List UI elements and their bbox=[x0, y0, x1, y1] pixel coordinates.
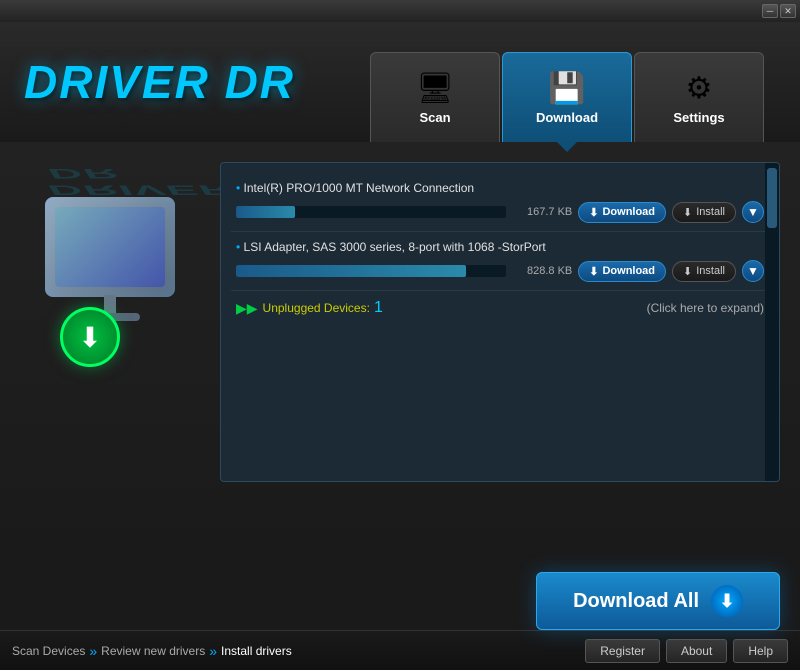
tab-download-label: Download bbox=[536, 110, 598, 125]
tab-download[interactable]: 💾 Download bbox=[502, 52, 632, 142]
download-icon-1: ⬇ bbox=[589, 265, 598, 278]
download-tab-icon: 💾 bbox=[548, 71, 585, 106]
size-label-1: 828.8 KB bbox=[512, 265, 572, 277]
install-button-1[interactable]: ⬇ Install bbox=[672, 261, 736, 282]
monitor bbox=[45, 197, 175, 297]
tab-scan[interactable]: 🖥 Scan bbox=[370, 52, 500, 142]
unplugged-row[interactable]: ▶▶ Unplugged Devices: 1 (Click here to e… bbox=[231, 291, 769, 325]
size-bar-1 bbox=[236, 265, 466, 277]
expand-hint: (Click here to expand) bbox=[647, 301, 764, 315]
footer-buttons: Register About Help bbox=[585, 639, 788, 663]
breadcrumb-scan[interactable]: Scan Devices bbox=[12, 644, 85, 658]
download-badge: ⬇ bbox=[60, 307, 120, 367]
left-icon-area: ⬇ bbox=[20, 162, 200, 402]
download-icon-0: ⬇ bbox=[589, 206, 598, 219]
scan-icon: 🖥 bbox=[416, 71, 454, 106]
unplugged-label: Unplugged Devices: bbox=[263, 301, 370, 315]
computer-icon: ⬇ bbox=[30, 197, 190, 367]
minimize-button[interactable]: ─ bbox=[762, 4, 778, 18]
driver-actions-1: 828.8 KB ⬇ Download ⬇ Install ▼ bbox=[236, 260, 764, 282]
footer: Scan Devices » Review new drivers » Inst… bbox=[0, 630, 800, 670]
size-label-0: 167.7 KB bbox=[512, 206, 572, 218]
nav-tabs: 🖥 Scan 💾 Download ⚙ Settings bbox=[370, 22, 800, 142]
install-button-0[interactable]: ⬇ Install bbox=[672, 202, 736, 223]
breadcrumb-review[interactable]: Review new drivers bbox=[101, 644, 205, 658]
unplugged-arrow-icon: ▶▶ bbox=[236, 300, 258, 317]
scroll-thumb bbox=[767, 168, 777, 228]
logo-text: DRIVER DR bbox=[24, 56, 295, 108]
download-all-area: Download All ⬇ bbox=[0, 560, 800, 630]
expand-btn-0[interactable]: ▼ bbox=[742, 201, 764, 223]
install-icon-0: ⬇ bbox=[683, 206, 692, 219]
title-bar: ─ ✕ bbox=[0, 0, 800, 22]
driver-name-0: Intel(R) PRO/1000 MT Network Connection bbox=[236, 181, 764, 195]
breadcrumb-sep-0: » bbox=[89, 643, 97, 659]
close-button[interactable]: ✕ bbox=[780, 4, 796, 18]
unplugged-count: 1 bbox=[374, 299, 383, 317]
size-bar-wrap-1 bbox=[236, 265, 506, 277]
size-bar-0 bbox=[236, 206, 295, 218]
download-all-button[interactable]: Download All ⬇ bbox=[536, 572, 780, 630]
breadcrumb: Scan Devices » Review new drivers » Inst… bbox=[12, 643, 585, 659]
download-button-1[interactable]: ⬇ Download bbox=[578, 261, 666, 282]
driver-actions-0: 167.7 KB ⬇ Download ⬇ Install ▼ bbox=[236, 201, 764, 223]
tab-scan-label: Scan bbox=[419, 110, 450, 125]
about-button[interactable]: About bbox=[666, 639, 727, 663]
driver-item-1: LSI Adapter, SAS 3000 series, 8-port wit… bbox=[231, 232, 769, 291]
scrollbar[interactable] bbox=[765, 163, 779, 481]
logo-area: DRIVER DR DRIVER DR bbox=[0, 22, 370, 142]
tab-settings[interactable]: ⚙ Settings bbox=[634, 52, 764, 142]
breadcrumb-install[interactable]: Install drivers bbox=[221, 644, 292, 658]
header: DRIVER DR DRIVER DR 🖥 Scan 💾 Download ⚙ … bbox=[0, 22, 800, 142]
size-bar-wrap-0 bbox=[236, 206, 506, 218]
driver-name-1: LSI Adapter, SAS 3000 series, 8-port wit… bbox=[236, 240, 764, 254]
monitor-screen bbox=[55, 207, 165, 287]
breadcrumb-sep-1: » bbox=[209, 643, 217, 659]
driver-list: Intel(R) PRO/1000 MT Network Connection … bbox=[221, 163, 779, 443]
driver-panel: Intel(R) PRO/1000 MT Network Connection … bbox=[220, 162, 780, 482]
main-content: ⬇ Intel(R) PRO/1000 MT Network Connectio… bbox=[0, 142, 800, 560]
download-all-icon: ⬇ bbox=[711, 585, 743, 617]
register-button[interactable]: Register bbox=[585, 639, 660, 663]
settings-icon: ⚙ bbox=[686, 71, 713, 106]
driver-item-0: Intel(R) PRO/1000 MT Network Connection … bbox=[231, 173, 769, 232]
download-all-label: Download All bbox=[573, 590, 699, 613]
install-icon-1: ⬇ bbox=[683, 265, 692, 278]
help-button[interactable]: Help bbox=[733, 639, 788, 663]
expand-btn-1[interactable]: ▼ bbox=[742, 260, 764, 282]
tab-settings-label: Settings bbox=[673, 110, 724, 125]
download-button-0[interactable]: ⬇ Download bbox=[578, 202, 666, 223]
download-arrow-icon: ⬇ bbox=[78, 321, 101, 354]
